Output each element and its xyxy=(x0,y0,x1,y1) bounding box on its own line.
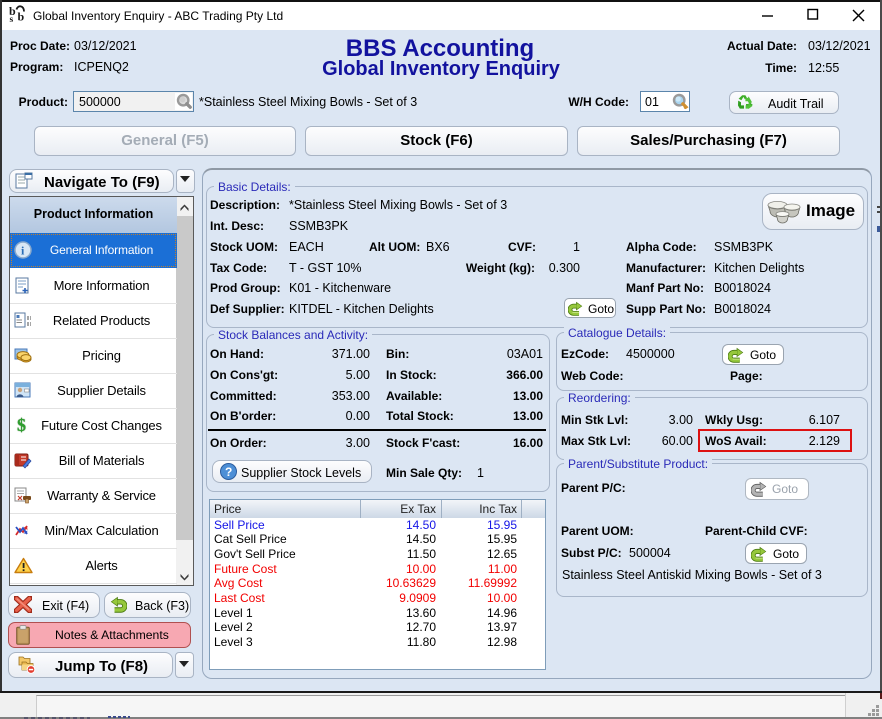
svg-text:b: b xyxy=(18,10,25,23)
svg-text:s: s xyxy=(10,15,14,22)
svg-text:?: ? xyxy=(225,465,232,479)
